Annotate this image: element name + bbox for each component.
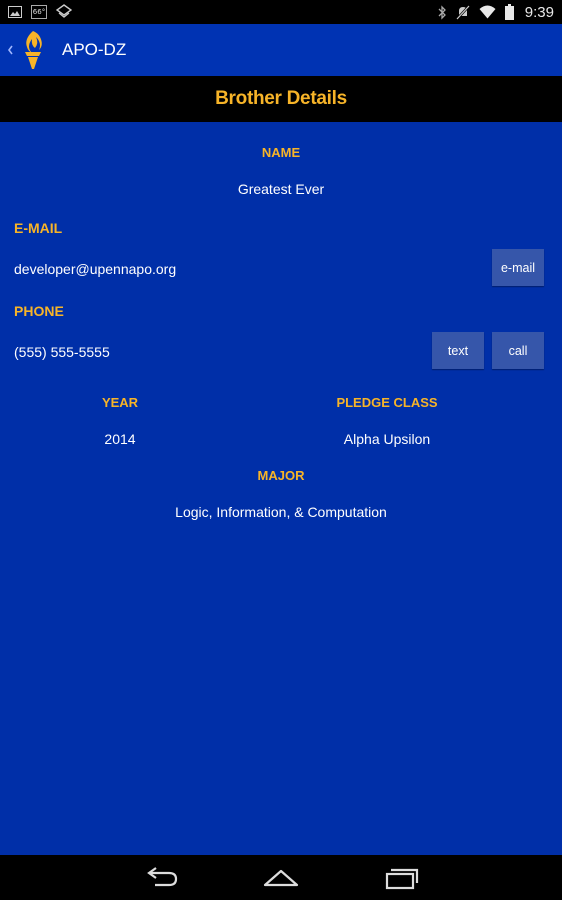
battery-icon — [504, 4, 514, 20]
call-button[interactable]: call — [492, 332, 544, 369]
recents-icon[interactable] — [381, 865, 421, 891]
name-value: Greatest Ever — [237, 181, 325, 197]
notification-icons: 66° — [8, 4, 72, 20]
pledge-class-label: PLEDGE CLASS — [336, 395, 438, 410]
bluetooth-icon — [438, 4, 446, 20]
section-header: Brother Details — [0, 76, 562, 122]
major-label: MAJOR — [257, 468, 305, 483]
page-title: Brother Details — [215, 88, 347, 109]
pledge-class-value: Alpha Upsilon — [343, 431, 431, 447]
action-bar: APO-DZ — [0, 24, 562, 76]
text-button[interactable]: text — [432, 332, 484, 369]
wifi-icon — [479, 5, 496, 19]
layers-icon — [56, 4, 72, 18]
torch-logo — [25, 31, 42, 69]
phone-label: PHONE — [14, 303, 64, 319]
up-button[interactable] — [0, 29, 48, 71]
email-value: developer@upennapo.org — [14, 261, 177, 277]
chevron-left-icon — [8, 45, 13, 55]
home-icon[interactable] — [261, 865, 301, 891]
image-icon — [8, 6, 22, 18]
back-icon[interactable] — [141, 865, 181, 891]
app-title: APO-DZ — [62, 40, 127, 59]
year-value: 2014 — [104, 431, 136, 447]
year-label: YEAR — [101, 395, 139, 410]
name-label: NAME — [261, 145, 301, 160]
email-label: E-MAIL — [14, 220, 63, 236]
mute-icon — [455, 4, 470, 20]
clock: 9:39 — [524, 3, 554, 21]
weather-badge: 66° — [31, 5, 47, 19]
status-bar: 66° 9:39 — [0, 0, 562, 24]
system-icons: 9:39 — [437, 4, 554, 21]
major-value: Logic, Information, & Computation — [175, 504, 387, 520]
navigation-bar — [0, 855, 562, 900]
email-button[interactable]: e-mail — [492, 249, 544, 286]
phone-value: (555) 555-5555 — [14, 344, 110, 360]
